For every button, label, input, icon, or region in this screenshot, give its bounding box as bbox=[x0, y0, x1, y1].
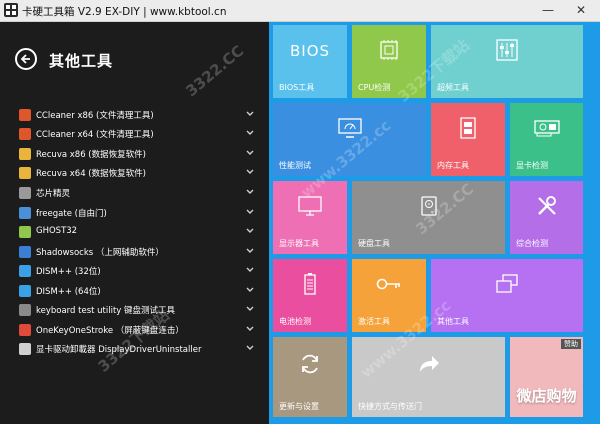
dism-icon bbox=[19, 285, 31, 297]
tool-label: OneKeyOneStroke （屏蔽键盘连击） bbox=[36, 326, 184, 336]
ad-text: 微店购物 bbox=[516, 387, 577, 405]
ddu-icon bbox=[19, 343, 31, 355]
ccleaner-icon bbox=[19, 109, 31, 121]
update-settings-tile[interactable]: 更新与设置 bbox=[273, 337, 347, 417]
display-icon bbox=[298, 196, 322, 216]
tool-list-item[interactable]: 显卡驱动卸載器 DisplayDriverUninstaller bbox=[0, 341, 269, 359]
tool-list-item[interactable]: CCleaner x64 (文件清理工具) bbox=[0, 126, 269, 144]
panel-title: 其他工具 bbox=[49, 52, 114, 70]
onekey-icon bbox=[19, 324, 31, 336]
chevron-down-icon[interactable] bbox=[245, 245, 255, 255]
tool-list-item[interactable]: Recuva x86 (数据恢复软件) bbox=[0, 146, 269, 164]
windows-icon bbox=[496, 274, 518, 293]
ghost-icon bbox=[19, 226, 31, 238]
share-icon bbox=[419, 356, 439, 373]
chevron-down-icon[interactable] bbox=[245, 166, 255, 176]
close-button[interactable]: ✕ bbox=[566, 0, 596, 21]
tool-label: CCleaner x64 (文件清理工具) bbox=[36, 130, 154, 140]
memory-icon bbox=[460, 117, 476, 139]
chevron-down-icon[interactable] bbox=[245, 186, 255, 196]
keyboard-icon bbox=[19, 304, 31, 316]
chevron-down-icon[interactable] bbox=[245, 127, 255, 137]
tool-list-item[interactable]: CCleaner x86 (文件清理工具) bbox=[0, 107, 269, 125]
tool-list-item[interactable]: keyboard test utility 键盘测试工具 bbox=[0, 302, 269, 320]
tool-label: Recuva x86 (数据恢复软件) bbox=[36, 150, 146, 160]
activation-tool-tile[interactable]: 激活工具 bbox=[352, 259, 426, 332]
minimize-button[interactable]: — bbox=[536, 0, 560, 21]
tool-label: GHOST32 bbox=[36, 226, 78, 236]
tool-list-item[interactable]: DISM++ (32位) bbox=[0, 263, 269, 281]
tool-label: Recuva x64 (数据恢复软件) bbox=[36, 169, 146, 179]
tool-label: CCleaner x86 (文件清理工具) bbox=[36, 111, 154, 121]
gpu-check-tile[interactable]: 显卡检测 bbox=[510, 103, 583, 176]
tool-list-item[interactable]: DISM++ (64位) bbox=[0, 283, 269, 301]
hdd-icon bbox=[420, 196, 437, 216]
chevron-down-icon[interactable] bbox=[245, 342, 255, 352]
memory-tool-tile[interactable]: 内存工具 bbox=[431, 103, 505, 176]
tool-label: Shadowsocks （上网辅助软件） bbox=[36, 248, 164, 258]
monitor-gauge-icon bbox=[337, 118, 362, 138]
title-bar: 卡硬工具箱 V2.9 EX-DIY | www.kbtool.cn — ✕ bbox=[0, 0, 600, 22]
chevron-down-icon[interactable] bbox=[245, 323, 255, 333]
tool-list-item[interactable]: GHOST32 bbox=[0, 224, 269, 242]
tool-label: DISM++ (32位) bbox=[36, 267, 101, 277]
bios-tool-tile[interactable]: BIOS BIOS工具 bbox=[273, 25, 347, 98]
battery-check-tile[interactable]: 电池检测 bbox=[273, 259, 347, 332]
other-tools-tile[interactable]: 其他工具 bbox=[431, 259, 583, 332]
tool-label: 显卡驱动卸載器 DisplayDriverUninstaller bbox=[36, 345, 202, 355]
sliders-icon bbox=[496, 39, 518, 61]
back-arrow-icon[interactable] bbox=[15, 48, 37, 70]
tool-label: keyboard test utility 键盘测试工具 bbox=[36, 306, 176, 316]
app-logo-icon bbox=[4, 3, 18, 17]
ad-badge: 赞助 bbox=[561, 339, 581, 349]
general-check-tile[interactable]: 综合检测 bbox=[510, 181, 583, 254]
chevron-down-icon[interactable] bbox=[245, 206, 255, 216]
tool-list-item[interactable]: 芯片精灵 bbox=[0, 185, 269, 203]
chevron-down-icon[interactable] bbox=[245, 147, 255, 157]
chevron-down-icon[interactable] bbox=[245, 264, 255, 274]
chevron-down-icon[interactable] bbox=[245, 225, 255, 235]
chevron-down-icon[interactable] bbox=[245, 108, 255, 118]
tool-list-item[interactable]: Shadowsocks （上网辅助软件） bbox=[0, 244, 269, 262]
gpu-icon bbox=[533, 120, 560, 137]
chevron-down-icon[interactable] bbox=[245, 303, 255, 313]
dism-icon bbox=[19, 265, 31, 277]
cpu-icon bbox=[380, 39, 398, 60]
tools-icon bbox=[537, 195, 556, 215]
advertisement-tile[interactable]: 赞助 微店购物 bbox=[510, 337, 583, 417]
tool-list-panel: 其他工具 CCleaner x86 (文件清理工具) CCleaner x64 (… bbox=[0, 22, 269, 424]
performance-test-tile[interactable]: 性能测试 bbox=[273, 103, 426, 176]
refresh-icon bbox=[302, 354, 318, 374]
recuva-icon bbox=[19, 167, 31, 179]
shortcut-portal-tile[interactable]: 快捷方式与传送门 bbox=[352, 337, 505, 417]
ccleaner-icon bbox=[19, 128, 31, 140]
chevron-down-icon[interactable] bbox=[245, 284, 255, 294]
tool-list-item[interactable]: freegate (自由门) bbox=[0, 205, 269, 223]
freegate-icon bbox=[19, 207, 31, 219]
tool-label: DISM++ (64位) bbox=[36, 287, 101, 297]
tile-grid: BIOS BIOS工具 CPU检测 超频工具 性能测试 内存工具 显卡检测 显示… bbox=[269, 22, 600, 424]
cpu-check-tile[interactable]: CPU检测 bbox=[352, 25, 426, 98]
tool-list-item[interactable]: OneKeyOneStroke （屏蔽键盘连击） bbox=[0, 322, 269, 340]
tool-list-item[interactable]: Recuva x64 (数据恢复软件) bbox=[0, 165, 269, 183]
overclock-tool-tile[interactable]: 超频工具 bbox=[431, 25, 583, 98]
battery-icon bbox=[304, 272, 316, 295]
recuva-icon bbox=[19, 148, 31, 160]
key-icon bbox=[376, 278, 400, 290]
tool-label: 芯片精灵 bbox=[36, 189, 71, 199]
shadowsocks-icon bbox=[19, 246, 31, 258]
disk-tool-tile[interactable]: 硬盘工具 bbox=[352, 181, 505, 254]
window-title: 卡硬工具箱 V2.9 EX-DIY | www.kbtool.cn bbox=[22, 6, 227, 18]
bios-icon: BIOS bbox=[289, 42, 331, 61]
tool-label: freegate (自由门) bbox=[36, 209, 107, 219]
display-tool-tile[interactable]: 显示器工具 bbox=[273, 181, 347, 254]
chip-icon bbox=[19, 187, 31, 199]
